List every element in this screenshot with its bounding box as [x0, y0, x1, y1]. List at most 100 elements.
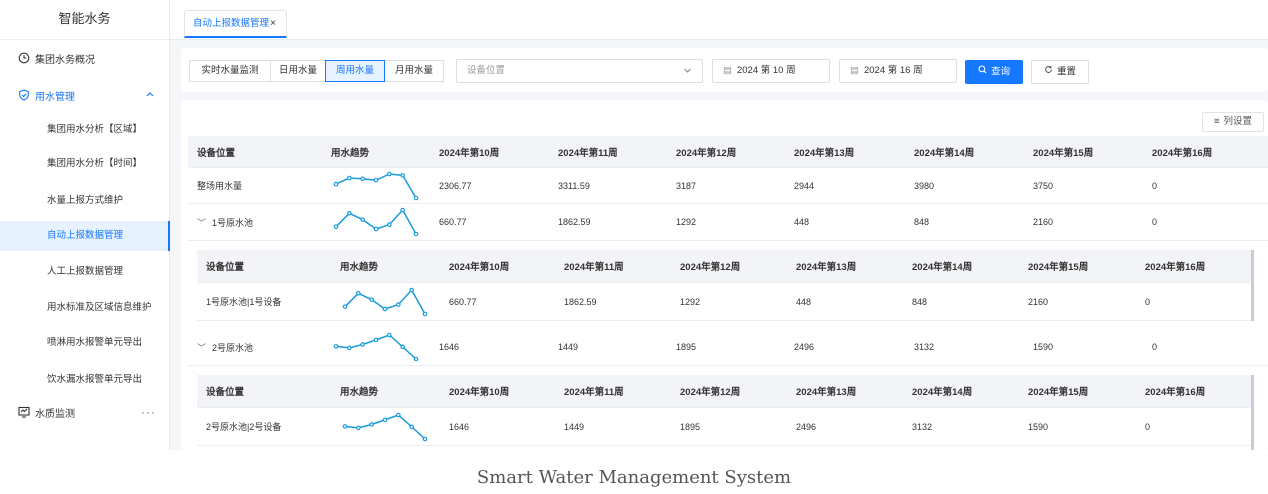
sparkline-point: [409, 424, 414, 429]
column-header: 2024年第12周: [680, 387, 741, 398]
column-header: 2024年第13周: [796, 387, 857, 398]
trend-sparkline: [322, 204, 430, 240]
sidebar-item-region-analysis[interactable]: 集团用水分析【区域】: [0, 115, 170, 145]
value-cell: 3311.59: [558, 180, 590, 191]
column-header: 2024年第15周: [1033, 147, 1094, 159]
column-header: 2024年第15周: [1028, 387, 1089, 398]
sidebar-item-label: 水质监测: [35, 408, 75, 420]
value-cell: 1895: [680, 421, 701, 432]
calendar-icon: ▤: [723, 65, 732, 76]
row-location: 整场用水量: [197, 181, 243, 191]
reset-button[interactable]: 重置: [1031, 60, 1089, 84]
query-button[interactable]: 查询: [965, 60, 1023, 84]
sidebar-item-drinking-leak-alarm[interactable]: 饮水漏水报警单元导出: [0, 365, 170, 395]
location-select[interactable]: 设备位置: [456, 59, 703, 83]
sparkline-point: [382, 417, 388, 422]
value-cell: 1292: [676, 217, 697, 227]
column-header: 设备位置: [206, 387, 245, 398]
sidebar-group-water[interactable]: 用水管理: [0, 77, 170, 113]
sidebar-group-quality[interactable]: 水质监测 ···: [0, 397, 170, 427]
sidebar-item-label: 用水管理: [35, 91, 75, 103]
value-cell: 3187: [676, 180, 697, 191]
sparkline-point: [382, 306, 388, 311]
chevron-down-icon[interactable]: ﹀: [197, 216, 206, 229]
sidebar-item-time-analysis[interactable]: 集团用水分析【时间】: [0, 149, 170, 179]
subtable-header: 设备位置 用水趋势 2024年第10周 2024年第11周 2024年第12周 …: [197, 250, 1253, 283]
value-cell: 2160: [1028, 296, 1049, 307]
row-location: 2号原水池: [212, 342, 254, 353]
value-cell: 660.77: [449, 296, 477, 307]
sparkline-point: [373, 177, 379, 183]
mode-daily[interactable]: 日用水量: [270, 60, 326, 82]
column-header: 2024年第14周: [912, 262, 973, 273]
column-header: 2024年第16周: [1145, 387, 1206, 398]
subtable-row: 1号原水池|1号设备 660.77 1862.59 1292 448 848 2…: [197, 283, 1253, 321]
sparkline-point: [360, 217, 365, 222]
subtable-header: 设备位置 用水趋势 2024年第10周 2024年第11周 2024年第12周 …: [197, 375, 1253, 408]
sparkline-point: [396, 412, 401, 417]
mode-weekly[interactable]: 周用水量: [325, 60, 385, 82]
sidebar-item-manual-report[interactable]: 人工上报数据管理: [0, 257, 170, 287]
chevron-down-icon[interactable]: ﹀: [197, 341, 206, 354]
start-week-picker[interactable]: ▤ 2024 第 10 周: [712, 59, 830, 83]
sparkline-point: [422, 311, 428, 316]
monitor-icon: [18, 406, 30, 418]
trend-sparkline: [331, 408, 440, 445]
value-cell: 3132: [914, 342, 935, 352]
column-header: 2024年第11周: [558, 147, 618, 159]
mode-monthly[interactable]: 月用水量: [384, 60, 444, 82]
value-cell: 2944: [794, 180, 815, 191]
column-header: 用水趋势: [340, 387, 379, 398]
sidebar-item-standard-region[interactable]: 用水标准及区域信息维护: [0, 293, 170, 323]
sparkline-point: [373, 226, 379, 232]
more-icon[interactable]: ···: [141, 405, 156, 419]
tab-auto-report[interactable]: 自动上报数据管理 ×: [184, 10, 287, 38]
sidebar-item-report-method[interactable]: 水量上报方式维护: [0, 186, 170, 216]
data-panel: ≡ 列设置 设备位置 用水趋势 2024年第10周 2024年第11周 2024年…: [181, 100, 1268, 450]
sparkline-point: [347, 175, 352, 180]
value-cell: 3750: [1033, 180, 1054, 191]
sparkline-point: [413, 195, 419, 200]
value-cell: 0: [1152, 217, 1158, 227]
value-cell: 2496: [796, 421, 817, 432]
value-cell: 3132: [912, 421, 933, 432]
table-row[interactable]: ﹀ 2号原水池 1646 1449 1895 2496 3132 1590 0: [188, 329, 1268, 366]
mode-realtime[interactable]: 实时水量监测: [189, 60, 271, 82]
sparkline-point: [400, 207, 405, 213]
sparkline-point: [369, 296, 374, 302]
column-header: 2024年第16周: [1145, 262, 1206, 273]
column-header: 用水趋势: [331, 147, 370, 159]
row-location: 1号原水池|1号设备: [206, 297, 282, 307]
value-cell: 448: [796, 296, 812, 307]
column-header: 设备位置: [206, 262, 245, 273]
location-placeholder: 设备位置: [467, 65, 506, 76]
value-cell: 1590: [1033, 342, 1054, 352]
sidebar-item-label: 集团水务概况: [35, 54, 95, 66]
sparkline-point: [422, 436, 428, 441]
sidebar-item-sprinkler-alarm[interactable]: 喷淋用水报警单元导出: [0, 328, 170, 358]
column-header: 2024年第12周: [676, 147, 737, 159]
end-week-picker[interactable]: ▤ 2024 第 16 周: [839, 59, 957, 83]
table-row[interactable]: ﹀ 1号原水池 660.77 1862.59 1292 448 848 2160 …: [188, 204, 1268, 241]
sparkline-point: [342, 423, 348, 429]
sidebar: 智能水务 集团水务概况 用水管理 集团用水分析【区域】 集团用水分析【时间】 水…: [0, 0, 170, 450]
chevron-up-icon: [146, 89, 154, 100]
app-title: 智能水务: [0, 0, 169, 40]
sparkline-point: [360, 342, 365, 347]
sidebar-item-auto-report[interactable]: 自动上报数据管理: [0, 221, 170, 251]
sparkline-point: [333, 344, 339, 349]
reset-label: 重置: [1056, 66, 1076, 78]
subtable-scrollbar[interactable]: [1251, 375, 1254, 450]
value-cell: 1646: [439, 342, 460, 352]
subtable-scrollbar[interactable]: [1251, 250, 1254, 321]
close-icon[interactable]: ×: [270, 11, 276, 37]
sparkline-point: [396, 301, 401, 307]
value-cell: 1449: [558, 342, 579, 352]
sidebar-item-overview[interactable]: 集团水务概况: [0, 40, 170, 76]
end-week-value: 2024 第 16 周: [863, 65, 923, 76]
value-cell: 848: [914, 217, 930, 227]
shield-icon: [18, 89, 30, 101]
column-settings-button[interactable]: ≡ 列设置: [1202, 112, 1264, 132]
value-cell: 3980: [914, 180, 935, 191]
clock-icon: [18, 52, 30, 64]
